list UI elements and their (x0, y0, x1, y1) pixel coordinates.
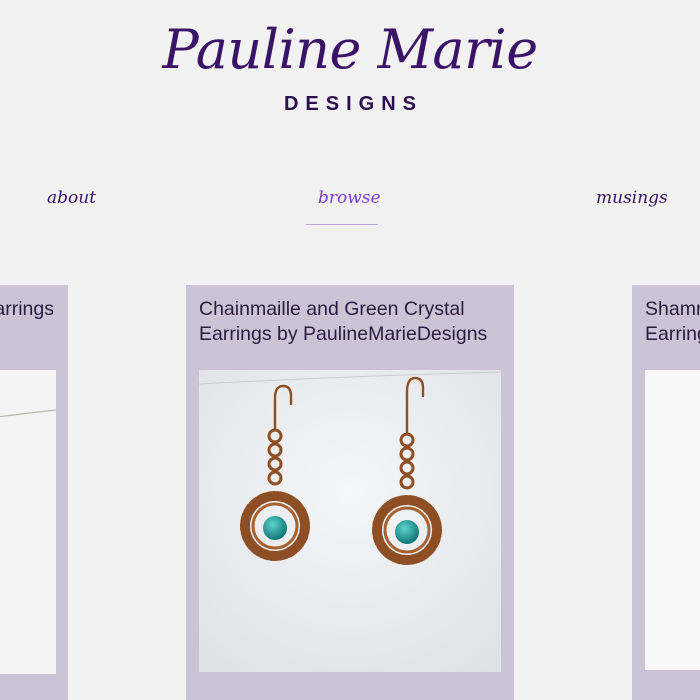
nav-item-browse[interactable]: browse (318, 188, 381, 208)
product-card-previous[interactable]: arrings (0, 285, 68, 700)
nav-active-underline (306, 224, 378, 225)
product-card-featured[interactable]: Chainmaille and Green Crystal Earrings b… (186, 285, 514, 700)
main-nav: about browse musings (0, 180, 700, 230)
site-logo[interactable]: Pauline Marie DESIGNS (0, 0, 700, 130)
product-title: arrings (0, 298, 54, 320)
logo-subtitle: DESIGNS (283, 93, 424, 115)
earrings-photo-icon (198, 370, 502, 672)
product-image[interactable] (0, 370, 57, 674)
product-title: Chainmaille and Green Crystal Earrings b… (199, 298, 488, 345)
product-title: Shamr Earring (645, 298, 700, 345)
product-image[interactable] (198, 370, 502, 672)
nav-item-musings[interactable]: musings (596, 188, 668, 208)
earrings-photo-icon (645, 370, 700, 670)
earrings-photo-icon (0, 370, 57, 674)
nav-item-about[interactable]: about (47, 188, 96, 208)
product-image[interactable] (645, 370, 700, 670)
product-card-next[interactable]: Shamr Earring (632, 285, 700, 700)
logo-brand-name: Pauline Marie (162, 18, 538, 81)
